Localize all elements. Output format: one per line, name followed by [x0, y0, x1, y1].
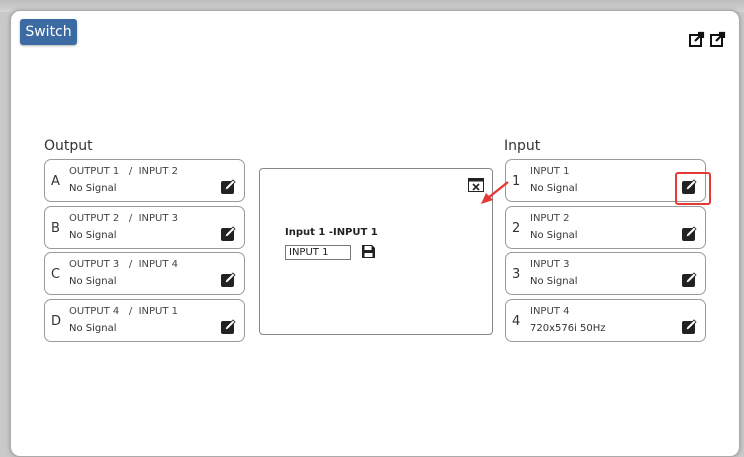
input-name-field[interactable]: [285, 245, 351, 260]
output-letter: A: [51, 174, 60, 189]
input-box-2: 2 INPUT 2 No Signal: [505, 206, 706, 249]
output-status: No Signal: [69, 183, 117, 194]
output-name: OUTPUT 3: [69, 259, 120, 270]
input-name: INPUT 1: [530, 166, 570, 177]
output-source: INPUT 4: [138, 259, 179, 270]
input-number: 1: [512, 174, 521, 189]
output-separator: /: [128, 166, 133, 177]
output-letter: C: [51, 267, 61, 282]
input-status: No Signal: [530, 183, 578, 194]
input-box-3: 3 INPUT 3 No Signal: [505, 252, 706, 295]
output-separator: /: [128, 213, 133, 224]
annotation-arrow-icon: [481, 181, 509, 204]
input-name: INPUT 4: [530, 306, 570, 317]
output-box-c: C OUTPUT 3 / INPUT 4 No Signal: [44, 252, 245, 295]
editor-label: Input 1 -INPUT 1: [285, 227, 378, 238]
output-route: OUTPUT 3 / INPUT 4: [69, 259, 178, 270]
output-letter: B: [51, 221, 60, 236]
output-box-b: B OUTPUT 2 / INPUT 3 No Signal: [44, 206, 245, 249]
input-number: 2: [512, 221, 521, 236]
output-route: OUTPUT 1 / INPUT 2: [69, 166, 178, 177]
output-name: OUTPUT 2: [69, 213, 120, 224]
input-number: 4: [512, 314, 521, 329]
input-status: No Signal: [530, 276, 578, 287]
input-box-4: 4 INPUT 4 720x576i 50Hz: [505, 299, 706, 342]
edit-icon[interactable]: [220, 318, 237, 335]
output-box-a: A OUTPUT 1 / INPUT 2 No Signal: [44, 159, 245, 202]
external-link-icon[interactable]: [710, 31, 726, 47]
input-name: INPUT 2: [530, 213, 570, 224]
output-separator: /: [128, 306, 133, 317]
edit-icon[interactable]: [220, 271, 237, 288]
input-name-editor: Input 1 -INPUT 1: [259, 168, 493, 335]
output-letter: D: [51, 314, 62, 329]
output-box-d: D OUTPUT 4 / INPUT 1 No Signal: [44, 299, 245, 342]
edit-icon[interactable]: [681, 271, 698, 288]
output-source: INPUT 3: [138, 213, 179, 224]
input-status: No Signal: [530, 230, 578, 241]
output-name: OUTPUT 4: [69, 306, 120, 317]
output-route: OUTPUT 4 / INPUT 1: [69, 306, 178, 317]
edit-icon[interactable]: [681, 318, 698, 335]
edit-icon[interactable]: [220, 178, 237, 195]
input-title: Input: [504, 138, 541, 154]
edit-icon[interactable]: [681, 225, 698, 242]
input-status: 720x576i 50Hz: [530, 323, 606, 334]
output-status: No Signal: [69, 230, 117, 241]
popout-icon[interactable]: [689, 31, 705, 47]
edit-icon[interactable]: [220, 225, 237, 242]
output-separator: /: [128, 259, 133, 270]
output-route: OUTPUT 2 / INPUT 3: [69, 213, 178, 224]
output-source: INPUT 1: [138, 306, 179, 317]
output-status: No Signal: [69, 276, 117, 287]
highlight-box: [675, 172, 711, 205]
save-icon[interactable]: [361, 244, 376, 259]
input-name: INPUT 3: [530, 259, 570, 270]
output-status: No Signal: [69, 323, 117, 334]
output-title: Output: [44, 138, 93, 154]
switch-tab[interactable]: Switch: [20, 19, 77, 45]
output-name: OUTPUT 1: [69, 166, 120, 177]
output-source: INPUT 2: [138, 166, 179, 177]
input-number: 3: [512, 267, 521, 282]
